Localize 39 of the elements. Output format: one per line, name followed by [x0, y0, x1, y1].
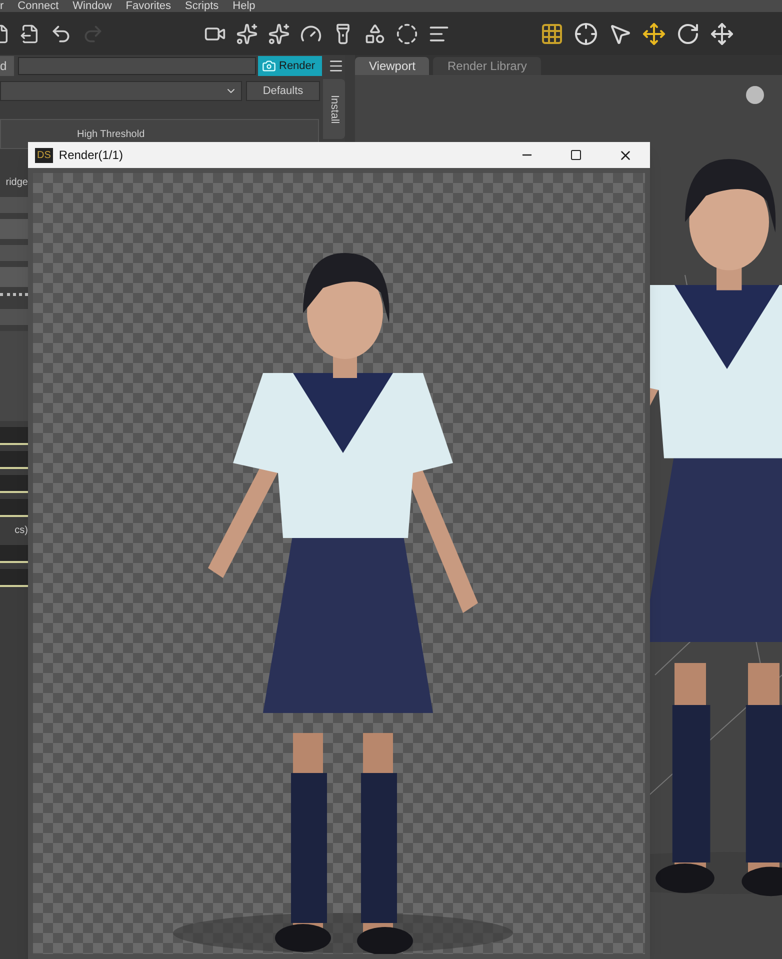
- menu-item[interactable]: Window: [72, 1, 112, 12]
- menu-icon[interactable]: [328, 58, 344, 74]
- value-field[interactable]: [0, 475, 28, 493]
- universal-tool-icon[interactable]: [642, 22, 666, 46]
- value-field[interactable]: [0, 451, 28, 469]
- camera-icon: [262, 59, 276, 73]
- shapes-icon[interactable]: [364, 22, 386, 44]
- property-field[interactable]: [0, 267, 28, 287]
- menu-item[interactable]: Scripts: [185, 1, 219, 12]
- export-icon[interactable]: [20, 24, 40, 44]
- crosshair-icon[interactable]: [574, 22, 598, 46]
- light-icon[interactable]: [236, 22, 258, 44]
- move-icon[interactable]: [710, 22, 734, 46]
- panel-tab[interactable]: d: [0, 56, 14, 76]
- menu-item[interactable]: Connect: [18, 1, 59, 12]
- spot-icon[interactable]: [268, 22, 290, 44]
- window-title: Render(1/1): [58, 147, 124, 164]
- menu-item[interactable]: r: [0, 1, 4, 12]
- preset-field[interactable]: [18, 57, 256, 75]
- section-label: High Threshold: [77, 128, 145, 142]
- property-label: ridge: [6, 176, 28, 190]
- dashed-circle-icon[interactable]: [396, 22, 418, 44]
- property-label: cs): [14, 524, 28, 538]
- app-logo: DS: [35, 148, 53, 162]
- value-field[interactable]: [0, 545, 28, 563]
- value-field[interactable]: [0, 427, 28, 445]
- render-button[interactable]: Render: [258, 56, 322, 76]
- menu-item[interactable]: Favorites: [126, 1, 172, 12]
- install-tab[interactable]: Install: [323, 79, 345, 139]
- rotate-icon[interactable]: [676, 22, 700, 46]
- viewport-tab[interactable]: Render Library: [433, 57, 541, 75]
- property-field[interactable]: [0, 219, 28, 239]
- grid-icon[interactable]: [540, 22, 564, 46]
- value-field[interactable]: [0, 569, 28, 587]
- defaults-button[interactable]: Defaults: [246, 81, 320, 101]
- viewport-tab[interactable]: Viewport: [355, 57, 430, 75]
- undo-icon[interactable]: [50, 22, 72, 44]
- value-field[interactable]: [0, 499, 28, 517]
- menu-item[interactable]: Help: [232, 1, 256, 12]
